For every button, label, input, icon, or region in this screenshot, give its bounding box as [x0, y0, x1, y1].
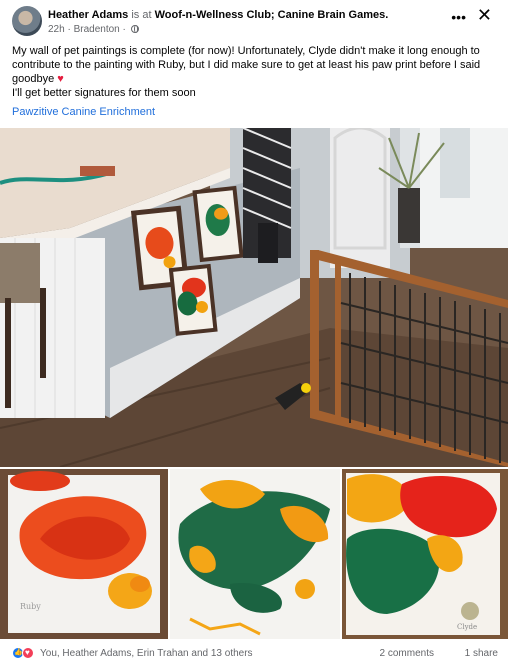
tagged-page-link[interactable]: Pawzitive Canine Enrichment	[12, 106, 155, 118]
heart-icon: ♥	[57, 73, 64, 85]
photo-row: Ruby Clyde	[0, 469, 508, 639]
post-meta: 22h · Bradenton ·	[48, 24, 139, 36]
close-icon[interactable]: ✕	[477, 6, 492, 24]
group-name[interactable]: Woof-n-Wellness Club; Canine Brain Games…	[155, 9, 389, 21]
main-photo[interactable]	[0, 128, 508, 467]
svg-text:Clyde: Clyde	[457, 623, 477, 631]
love-icon[interactable]	[22, 647, 34, 659]
post-time[interactable]: 22h	[48, 24, 65, 35]
author-name[interactable]: Heather Adams	[48, 9, 128, 21]
painting-photo-3[interactable]: Clyde	[342, 469, 508, 639]
post-location[interactable]: Bradenton	[74, 24, 120, 35]
more-icon[interactable]: •••	[451, 10, 466, 24]
author-avatar[interactable]	[12, 6, 42, 36]
post-header: Heather Adams is at Woof-n-Wellness Club…	[12, 6, 496, 38]
post-footer: You, Heather Adams, Erin Trahan and 13 o…	[12, 645, 498, 661]
post-card: Heather Adams is at Woof-n-Wellness Club…	[0, 0, 508, 661]
shares-count[interactable]: 1 share	[465, 648, 498, 659]
reactors-text[interactable]: You, Heather Adams, Erin Trahan and 13 o…	[40, 648, 253, 659]
painting-photo-2[interactable]	[170, 469, 340, 639]
svg-text:Ruby: Ruby	[20, 602, 41, 611]
globe-icon	[130, 25, 139, 33]
header-line: Heather Adams is at Woof-n-Wellness Club…	[48, 9, 388, 22]
post-body: My wall of pet paintings is complete (fo…	[12, 44, 498, 100]
painting-photo-1[interactable]: Ruby	[0, 469, 168, 639]
post-text-line1: My wall of pet paintings is complete (fo…	[12, 45, 481, 85]
comments-count[interactable]: 2 comments	[380, 648, 434, 659]
post-text-line2: I'll get better signatures for them soon	[12, 87, 196, 99]
is-at-text: is at	[131, 9, 152, 21]
